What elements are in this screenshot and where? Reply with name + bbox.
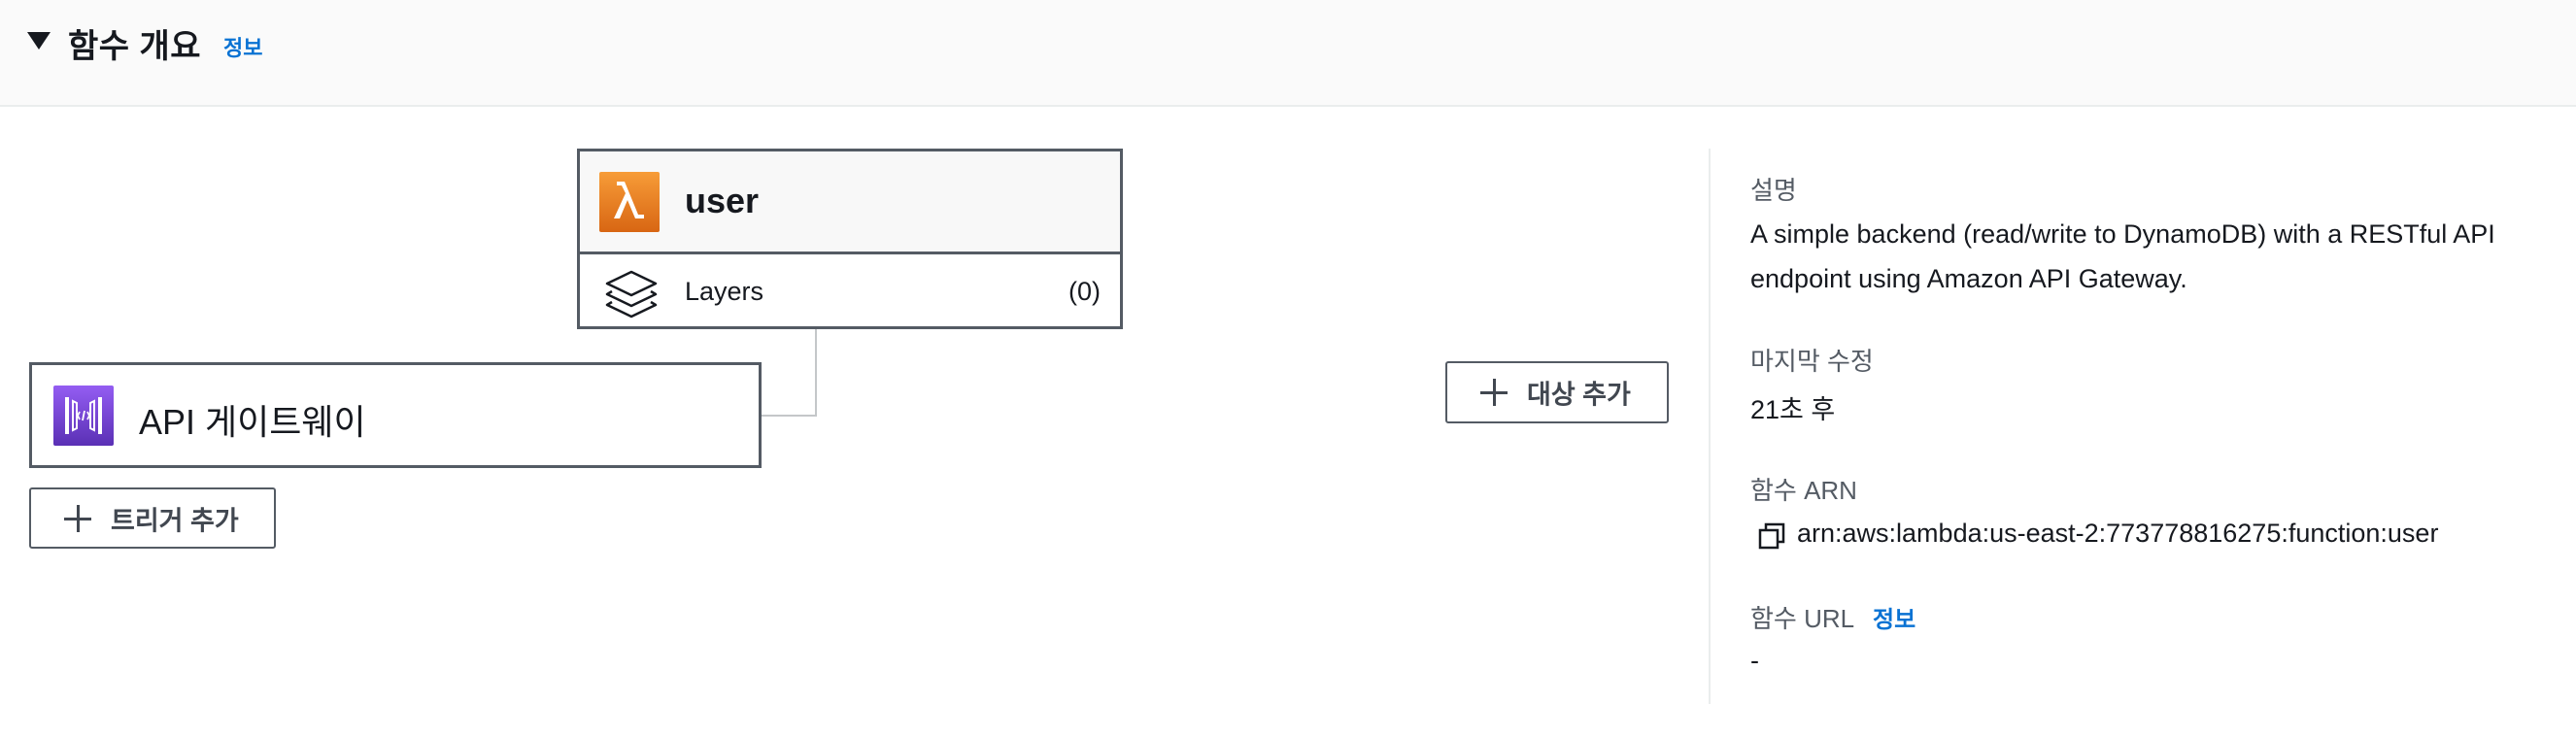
function-name: user xyxy=(685,181,760,220)
connector-line xyxy=(815,329,817,417)
section-title[interactable]: 함수 개요 xyxy=(68,19,201,67)
layers-count: (0) xyxy=(1068,277,1101,306)
function-url-value: - xyxy=(1750,646,1759,675)
add-trigger-button[interactable]: 트리거 추가 xyxy=(29,487,276,549)
trigger-card-api-gateway[interactable]: API 게이트웨이 xyxy=(29,362,762,468)
layers-label[interactable]: Layers xyxy=(685,277,763,307)
section-header: 함수 개요 정보 xyxy=(0,0,2576,107)
api-gateway-icon xyxy=(53,386,114,446)
plus-icon xyxy=(64,504,91,532)
caret-down-icon[interactable] xyxy=(27,32,51,50)
description-value: A simple backend (read/write to DynamoDB… xyxy=(1750,219,2495,293)
function-card[interactable]: user Layers (0) xyxy=(577,149,1123,329)
function-card-header[interactable]: user xyxy=(580,151,1120,254)
copy-icon[interactable] xyxy=(1758,522,1785,550)
trigger-name: API 게이트웨이 xyxy=(139,402,366,442)
connector-line xyxy=(761,415,817,417)
info-link[interactable]: 정보 xyxy=(223,31,262,62)
plus-icon xyxy=(1480,379,1508,406)
info-link[interactable]: 정보 xyxy=(1873,600,1915,634)
last-modified-label: 마지막 수정 xyxy=(1750,347,1874,376)
function-arn-label: 함수 ARN xyxy=(1750,476,1857,505)
description-label: 설명 xyxy=(1750,176,1797,205)
add-destination-button[interactable]: 대상 추가 xyxy=(1445,361,1669,423)
layers-icon xyxy=(603,268,660,322)
divider xyxy=(1709,149,1711,704)
function-url-label: 함수 URL xyxy=(1750,604,1855,633)
function-arn-value: arn:aws:lambda:us-east-2:773778816275:fu… xyxy=(1797,519,2439,548)
last-modified-value: 21초 후 xyxy=(1750,395,1836,424)
add-destination-label: 대상 추가 xyxy=(1527,380,1631,410)
lambda-icon xyxy=(599,172,660,232)
add-trigger-label: 트리거 추가 xyxy=(111,506,239,535)
